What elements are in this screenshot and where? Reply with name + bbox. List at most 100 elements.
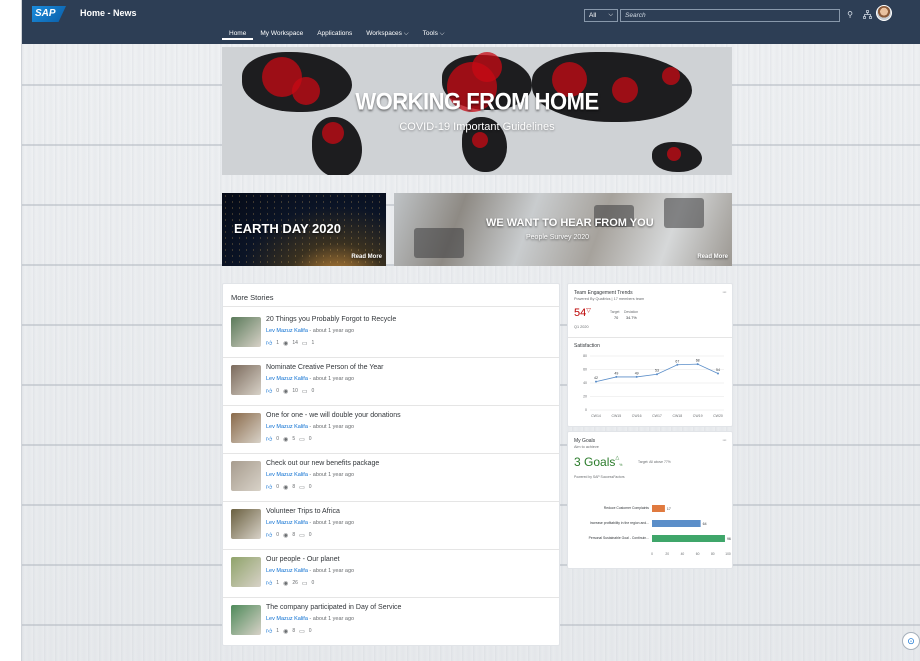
page-title: Home - News	[80, 8, 137, 18]
goal-bar[interactable]	[652, 535, 725, 542]
story-title[interactable]: Check out our new benefits package	[266, 460, 379, 467]
y-tick-label: 60	[583, 368, 587, 372]
story-author[interactable]: Lev Mazuz Kalifa	[266, 328, 308, 334]
sap-logo[interactable]: SAP	[32, 6, 66, 22]
comment-icon[interactable]: ▭	[302, 388, 308, 395]
story-item[interactable]: One for one - we will double your donati…	[223, 405, 561, 453]
nav-applications[interactable]: Applications	[310, 28, 359, 40]
earth-day-banner[interactable]: EARTH DAY 2020 Read More	[222, 193, 386, 266]
eye-icon: ◉	[283, 628, 289, 635]
data-point[interactable]	[615, 375, 618, 378]
story-stats: 👍︎ 0 ◉ 8 ▭ 0	[266, 483, 312, 491]
story-thumbnail[interactable]	[231, 605, 261, 635]
view-count: 8	[292, 532, 296, 538]
story-thumbnail[interactable]	[231, 413, 261, 443]
hero-title: WORKING FROM HOME	[355, 87, 599, 116]
story-author-line: Lev Mazuz Kalifa - about 1 year ago	[266, 328, 354, 334]
nav-tools[interactable]: Tools ⌵	[416, 28, 452, 40]
avatar[interactable]	[876, 5, 892, 21]
engagement-subtitle: Powered By Qualtrics | 17 members team	[574, 297, 645, 301]
survey-read-more[interactable]: Read More	[697, 254, 728, 260]
nav-workspaces[interactable]: Workspaces ⌵	[359, 28, 415, 40]
laptop-image	[664, 198, 704, 228]
story-item[interactable]: Volunteer Trips to Africa Lev Mazuz Kalif…	[223, 501, 561, 549]
x-tick-label: 0	[651, 552, 653, 556]
story-title[interactable]: The company participated in Day of Servi…	[266, 604, 401, 611]
search-icon[interactable]: ⚲	[845, 10, 855, 20]
earth-day-read-more[interactable]: Read More	[351, 254, 382, 260]
survey-subtitle: People Survey 2020	[526, 234, 590, 241]
comment-icon[interactable]: ▭	[299, 532, 305, 539]
goals-powered-by: Powered by SAP SuccessFactors	[574, 475, 625, 479]
like-icon[interactable]: 👍︎	[266, 483, 272, 491]
story-author[interactable]: Lev Mazuz Kalifa	[266, 616, 308, 622]
comment-icon[interactable]: ▭	[302, 580, 308, 587]
more-options-icon[interactable]: ···	[722, 289, 727, 296]
like-icon[interactable]: 👍︎	[266, 339, 272, 347]
story-time: - about 1 year ago	[309, 328, 355, 334]
story-time: - about 1 year ago	[309, 424, 355, 430]
eye-icon: ◉	[283, 532, 289, 539]
help-button[interactable]: ⊙	[902, 632, 920, 650]
comment-icon[interactable]: ▭	[299, 484, 305, 491]
comment-icon[interactable]: ▭	[299, 436, 305, 443]
goal-bar[interactable]	[652, 520, 701, 527]
data-point[interactable]	[717, 372, 719, 375]
map-marker	[472, 132, 488, 148]
data-point[interactable]	[656, 373, 658, 376]
earth-day-title: EARTH DAY 2020	[234, 221, 341, 236]
story-author[interactable]: Lev Mazuz Kalifa	[266, 376, 308, 382]
story-time: - about 1 year ago	[309, 472, 355, 478]
story-title[interactable]: Volunteer Trips to Africa	[266, 508, 340, 515]
data-point[interactable]	[676, 363, 679, 366]
hero-banner[interactable]: WORKING FROM HOME COVID-19 Important Gui…	[222, 47, 732, 175]
story-thumbnail[interactable]	[231, 461, 261, 491]
story-title[interactable]: 20 Things you Probably Forgot to Recycle	[266, 316, 396, 323]
x-tick-label: CW14	[591, 414, 601, 418]
story-title[interactable]: Nominate Creative Person of the Year	[266, 364, 384, 371]
like-icon[interactable]: 👍︎	[266, 579, 272, 587]
story-item[interactable]: 20 Things you Probably Forgot to Recycle…	[223, 309, 561, 357]
story-item[interactable]: Nominate Creative Person of the Year Lev …	[223, 357, 561, 405]
comment-icon[interactable]: ▭	[302, 340, 308, 347]
story-thumbnail[interactable]	[231, 317, 261, 347]
more-options-icon[interactable]: ···	[722, 437, 727, 444]
comment-icon[interactable]: ▭	[299, 628, 305, 635]
like-icon[interactable]: 👍︎	[266, 435, 272, 443]
survey-banner[interactable]: WE WANT TO HEAR FROM YOU People Survey 2…	[394, 193, 732, 266]
data-label: 54	[716, 368, 720, 372]
target-value: 70	[614, 316, 619, 320]
story-thumbnail[interactable]	[231, 509, 261, 539]
story-title[interactable]: Our people - Our planet	[266, 556, 340, 563]
data-point[interactable]	[595, 380, 597, 383]
bar-value-label: 17	[667, 507, 671, 511]
like-icon[interactable]: 👍︎	[266, 387, 272, 395]
story-author[interactable]: Lev Mazuz Kalifa	[266, 520, 308, 526]
story-thumbnail[interactable]	[231, 557, 261, 587]
story-time: - about 1 year ago	[309, 376, 355, 382]
story-title[interactable]: One for one - we will double your donati…	[266, 412, 401, 419]
nav-my-workspace[interactable]: My Workspace	[253, 28, 310, 40]
story-item[interactable]: The company participated in Day of Servi…	[223, 597, 561, 645]
x-tick-label: CW18	[672, 414, 682, 418]
laptop-image	[414, 228, 464, 258]
data-point[interactable]	[635, 375, 638, 378]
goals-kpi-value: 3 Goals	[574, 455, 616, 469]
search-input[interactable]	[620, 9, 840, 22]
story-author[interactable]: Lev Mazuz Kalifa	[266, 424, 308, 430]
data-point[interactable]	[696, 363, 699, 366]
goal-bar[interactable]	[652, 505, 665, 512]
like-icon[interactable]: 👍︎	[266, 531, 272, 539]
x-tick-label: CW20	[713, 414, 723, 418]
story-item[interactable]: Our people - Our planet Lev Mazuz Kalifa …	[223, 549, 561, 597]
story-item[interactable]: Check out our new benefits package Lev Ma…	[223, 453, 561, 501]
period-label: Q1 2020	[574, 325, 589, 329]
search-scope-select[interactable]: All ⌵	[584, 9, 618, 22]
like-icon[interactable]: 👍︎	[266, 627, 272, 635]
story-author[interactable]: Lev Mazuz Kalifa	[266, 472, 308, 478]
story-author[interactable]: Lev Mazuz Kalifa	[266, 568, 308, 574]
org-chart-icon[interactable]	[862, 10, 872, 20]
nav-home[interactable]: Home	[222, 28, 254, 40]
y-tick-label: 40	[583, 381, 587, 385]
story-thumbnail[interactable]	[231, 365, 261, 395]
